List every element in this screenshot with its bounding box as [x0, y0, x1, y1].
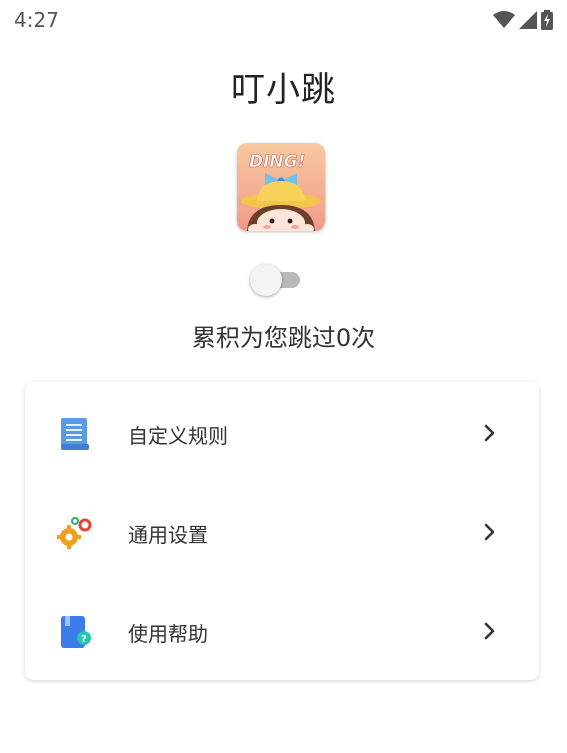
- toggle-thumb: [250, 264, 282, 296]
- chevron-right-icon: [484, 424, 495, 442]
- chevron-right-icon: [484, 622, 495, 640]
- signal-icon: [519, 11, 537, 29]
- menu-item-help[interactable]: ? 使用帮助: [25, 582, 539, 681]
- status-icons: [493, 10, 553, 30]
- wifi-icon: [493, 11, 515, 28]
- help-book-icon: ?: [61, 616, 91, 648]
- status-bar: 4:27: [0, 0, 567, 40]
- menu-item-label: 使用帮助: [128, 622, 208, 646]
- menu-item-custom-rules[interactable]: 自定义规则: [25, 384, 539, 483]
- menu-item-label: 通用设置: [128, 523, 208, 547]
- status-time: 4:27: [14, 8, 59, 32]
- menu-card: 自定义规则 通用设置 ? 使用帮助: [25, 382, 539, 680]
- service-toggle[interactable]: [250, 264, 302, 296]
- app-logo-illustration: DING!: [237, 143, 325, 231]
- menu-item-general-settings[interactable]: 通用设置: [25, 483, 539, 582]
- document-list-icon: [61, 418, 89, 450]
- app-title: 叮小跳: [231, 70, 336, 110]
- battery-charging-icon: [541, 10, 553, 30]
- chevron-right-icon: [484, 523, 495, 541]
- gears-icon: [57, 516, 92, 549]
- app-logo-text: DING!: [249, 152, 305, 172]
- menu-item-label: 自定义规则: [128, 424, 228, 448]
- app-logo: DING!: [237, 143, 325, 231]
- skip-count-text: 累积为您跳过0次: [191, 324, 376, 352]
- svg-text:?: ?: [81, 634, 87, 645]
